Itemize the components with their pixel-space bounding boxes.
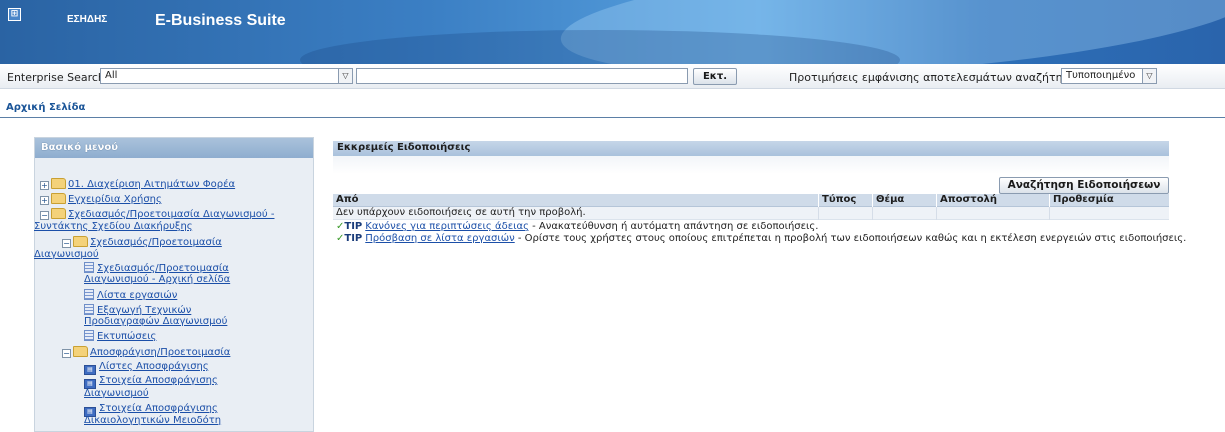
search-results-preference-label: Προτιμήσεις εμφάνισης αποτελεσμάτων αναζ… xyxy=(789,71,1084,84)
menu-item-export-tech-specs-line2[interactable]: Προδιαγραφών Διαγωνισμού xyxy=(84,316,227,328)
chevron-down-icon[interactable]: ▽ xyxy=(338,69,352,83)
breadcrumb-home[interactable]: Αρχική Σελίδα xyxy=(6,102,85,113)
no-notifications-message: Δεν υπάρχουν ειδοποιήσεις σε αυτή την πρ… xyxy=(336,207,586,218)
form-icon: ▤ xyxy=(84,365,96,375)
chevron-down-icon[interactable]: ▽ xyxy=(1142,69,1156,83)
table-cell-divider xyxy=(818,207,819,220)
search-scope-select[interactable]: All ▽ xyxy=(100,68,353,84)
menu-item-tender-unsealing-data[interactable]: ▤ Στοιχεία Αποσφράγισης xyxy=(84,375,218,389)
folder-open-icon xyxy=(51,208,66,219)
menu-item-tender-design[interactable]: − Σχεδιασμός/Προετοιμασία xyxy=(62,236,222,249)
folder-open-icon xyxy=(73,346,88,357)
search-go-button[interactable]: Εκτ. xyxy=(693,68,737,85)
menu-item-bidder-docs-unsealing-line2[interactable]: Δικαιολογητικών Μειοδότη xyxy=(84,415,221,427)
worklist-access-link[interactable]: Πρόσβαση σε λίστα εργασιών xyxy=(365,233,514,244)
folder-open-icon xyxy=(73,236,88,247)
notifications-table-header: Από Τύπος Θέμα Αποστολή Προθεσμία xyxy=(333,194,1169,207)
table-row: Δεν υπάρχουν ειδοποιήσεις σε αυτή την πρ… xyxy=(333,207,1169,220)
table-cell-divider xyxy=(872,207,873,220)
breadcrumb-divider xyxy=(0,117,1225,118)
document-icon xyxy=(84,289,94,300)
enterprise-search-bar: Enterprise Search All ▽ Εκτ. Προτιμήσεις… xyxy=(0,64,1225,89)
search-scope-value: All xyxy=(105,70,118,81)
folder-icon xyxy=(51,178,66,189)
search-notifications-button[interactable]: Αναζήτηση Ειδοποιήσεων xyxy=(999,177,1169,194)
notifications-header-band xyxy=(333,156,1169,174)
results-display-preference-value: Τυποποιημένο xyxy=(1066,70,1136,81)
column-header-sent[interactable]: Αποστολή xyxy=(936,194,1049,207)
column-header-type[interactable]: Τύπος xyxy=(818,194,872,207)
expand-icon[interactable]: + xyxy=(40,181,49,190)
notifications-title: Εκκρεμείς Ειδοποιήσεις xyxy=(333,141,1169,156)
menu-item-unsealing-lists[interactable]: ▤ Λίστες Αποσφράγισης xyxy=(84,361,209,375)
menu-item-printouts[interactable]: Εκτυπώσεις xyxy=(84,330,156,343)
app-banner: ⊞ ΕΣΗΔΗΣ E-Business Suite xyxy=(0,0,1225,64)
menu-item-tender-design-drafter[interactable]: − Σχεδιασμός/Προετοιμασία Διαγωνισμού - xyxy=(40,208,274,221)
menu-item-user-manuals[interactable]: + Εγχειρίδια Χρήσης xyxy=(40,193,162,206)
menu-item-worklist[interactable]: Λίστα εργασιών xyxy=(84,289,177,302)
collapse-icon[interactable]: − xyxy=(40,211,49,220)
tip-text: - Ανακατεύθυνση ή αυτόματη απάντηση σε ε… xyxy=(528,221,819,232)
tip-text: - Ορίστε τους χρήστες στους οποίους επιτ… xyxy=(514,233,1187,244)
app-title: E-Business Suite xyxy=(155,12,286,29)
column-header-due[interactable]: Προθεσμία xyxy=(1049,194,1169,207)
collapse-icon[interactable]: − xyxy=(62,239,71,248)
column-header-from[interactable]: Από xyxy=(333,194,818,207)
menu-item-tender-design-home-line2[interactable]: Διαγωνισμού - Αρχική σελίδα xyxy=(84,274,230,286)
menu-item-tender-design-line2[interactable]: Διαγωνισμού xyxy=(34,249,99,261)
menu-item-authority-requests[interactable]: +01. Διαχείριση Αιτημάτων Φορέα xyxy=(40,178,235,191)
document-icon xyxy=(84,304,94,315)
folder-icon xyxy=(51,193,66,204)
tip-label: TIP xyxy=(344,233,363,244)
app-logo-icon[interactable]: ⊞ xyxy=(8,8,21,21)
document-icon xyxy=(84,262,94,273)
brand-name: ΕΣΗΔΗΣ xyxy=(67,14,108,25)
table-cell-divider xyxy=(1049,207,1050,220)
main-menu-title: Βασικό μενού xyxy=(35,138,313,158)
menu-item-unsealing-preparation[interactable]: − Αποσφράγιση/Προετοιμασία xyxy=(62,346,230,359)
table-cell-divider xyxy=(936,207,937,220)
results-display-preference-select[interactable]: Τυποποιημένο ▽ xyxy=(1061,68,1157,84)
tip-label: TIP xyxy=(344,221,363,232)
document-icon xyxy=(84,330,94,341)
vacation-rules-link[interactable]: Κανόνες για περιπτώσεις άδειας xyxy=(365,221,529,232)
enterprise-search-label: Enterprise Search xyxy=(7,71,105,84)
menu-item-tender-unsealing-data-line2[interactable]: Διαγωνισμού xyxy=(84,388,149,400)
menu-item-tender-design-drafter-line2[interactable]: Συντάκτης Σχεδίου Διακήρυξης xyxy=(34,221,193,233)
tip-vacation-rules: ✓TIP Κανόνες για περιπτώσεις άδειας - Ανα… xyxy=(336,221,818,233)
expand-icon[interactable]: + xyxy=(40,196,49,205)
search-input[interactable] xyxy=(356,68,688,84)
column-header-subject[interactable]: Θέμα xyxy=(872,194,936,207)
collapse-icon[interactable]: − xyxy=(62,349,71,358)
tip-worklist-access: ✓TIP Πρόσβαση σε λίστα εργασιών - Ορίστε … xyxy=(336,233,1186,245)
